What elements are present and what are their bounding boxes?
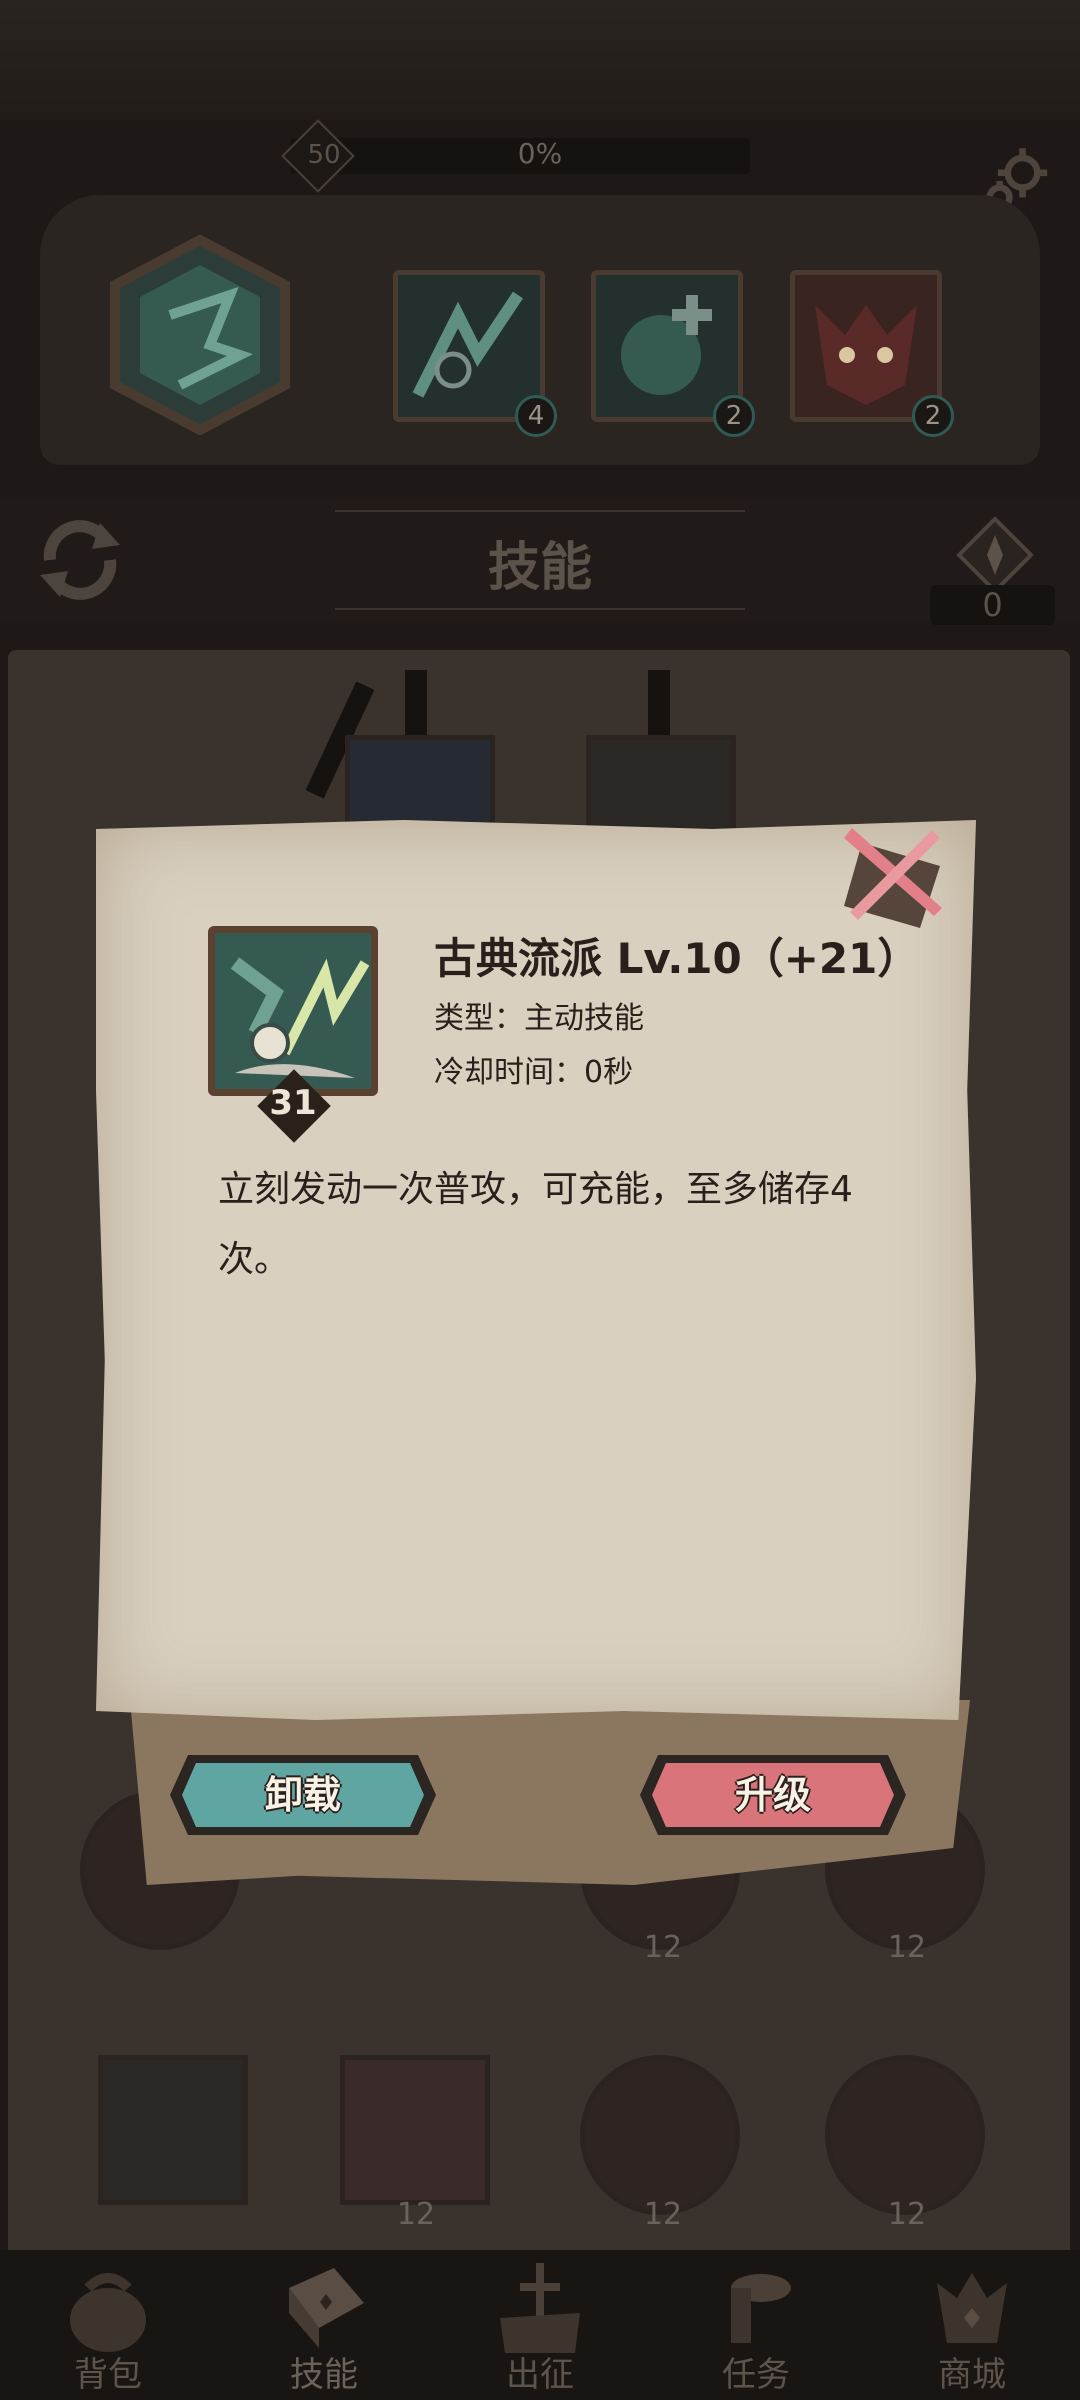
top-background xyxy=(0,0,1080,120)
unequip-button[interactable]: 卸载 xyxy=(168,1745,438,1845)
equipment-slot-3-count: 2 xyxy=(912,395,954,437)
weapon-slot[interactable] xyxy=(100,235,300,435)
nav-shop-label: 商城 xyxy=(938,2355,1006,2395)
player-level: 50 xyxy=(307,140,341,170)
page-title: 技能 xyxy=(487,538,592,598)
bag-icon xyxy=(70,2273,146,2352)
refresh-icon[interactable] xyxy=(30,515,130,605)
gem-count: 0 xyxy=(930,585,1055,625)
progress-text: 0% xyxy=(517,137,563,170)
skill-node[interactable] xyxy=(340,2055,490,2205)
book-icon xyxy=(289,2268,364,2348)
node-count: 12 xyxy=(887,1930,927,1965)
upgrade-button[interactable]: 升级 xyxy=(638,1745,908,1845)
skill-node-round[interactable] xyxy=(825,2055,985,2215)
nav-bag-label: 背包 xyxy=(74,2355,142,2395)
nav-quests[interactable]: 任务 xyxy=(648,2250,864,2400)
skill-level: 31 xyxy=(269,1083,317,1123)
upgrade-button-label: 升级 xyxy=(734,1773,811,1817)
node-count: 12 xyxy=(643,2197,683,2232)
scroll-icon xyxy=(731,2274,791,2343)
skill-cooldown: 冷却时间：0秒 xyxy=(434,1055,634,1090)
nav-bag[interactable]: 背包 xyxy=(0,2250,216,2400)
skill-description: 立刻发动一次普攻，可充能，至多储存4次。 xyxy=(218,1169,853,1280)
sword-icon xyxy=(500,2263,580,2353)
skill-name: 古典流派 Lv.10（+21） xyxy=(434,934,920,983)
nav-shop[interactable]: 商城 xyxy=(864,2250,1080,2400)
skill-type: 类型：主动技能 xyxy=(434,1001,644,1036)
skill-art-icon xyxy=(412,291,523,398)
potion-icon xyxy=(621,295,712,395)
skill-gem-icon xyxy=(956,516,1034,594)
nav-expedition[interactable]: 出征 xyxy=(432,2250,648,2400)
node-count: 12 xyxy=(887,2197,927,2232)
equipment-slot-2-count: 2 xyxy=(713,395,755,437)
skill-node-round[interactable] xyxy=(580,2055,740,2215)
demon-mask-icon xyxy=(815,305,917,405)
nav-skills-label: 技能 xyxy=(290,2355,358,2395)
node-count: 12 xyxy=(643,1930,683,1965)
nav-skills[interactable]: 技能 xyxy=(216,2250,432,2400)
equipment-slot-1-count: 4 xyxy=(515,395,557,437)
nav-quests-label: 任务 xyxy=(722,2355,790,2395)
unequip-button-label: 卸载 xyxy=(264,1773,341,1817)
shop-icon xyxy=(937,2273,1007,2343)
node-count: 12 xyxy=(396,2197,436,2232)
skill-art-icon xyxy=(215,933,371,1089)
locked-skill-node[interactable] xyxy=(98,2055,248,2205)
nav-expedition-label: 出征 xyxy=(506,2355,574,2395)
